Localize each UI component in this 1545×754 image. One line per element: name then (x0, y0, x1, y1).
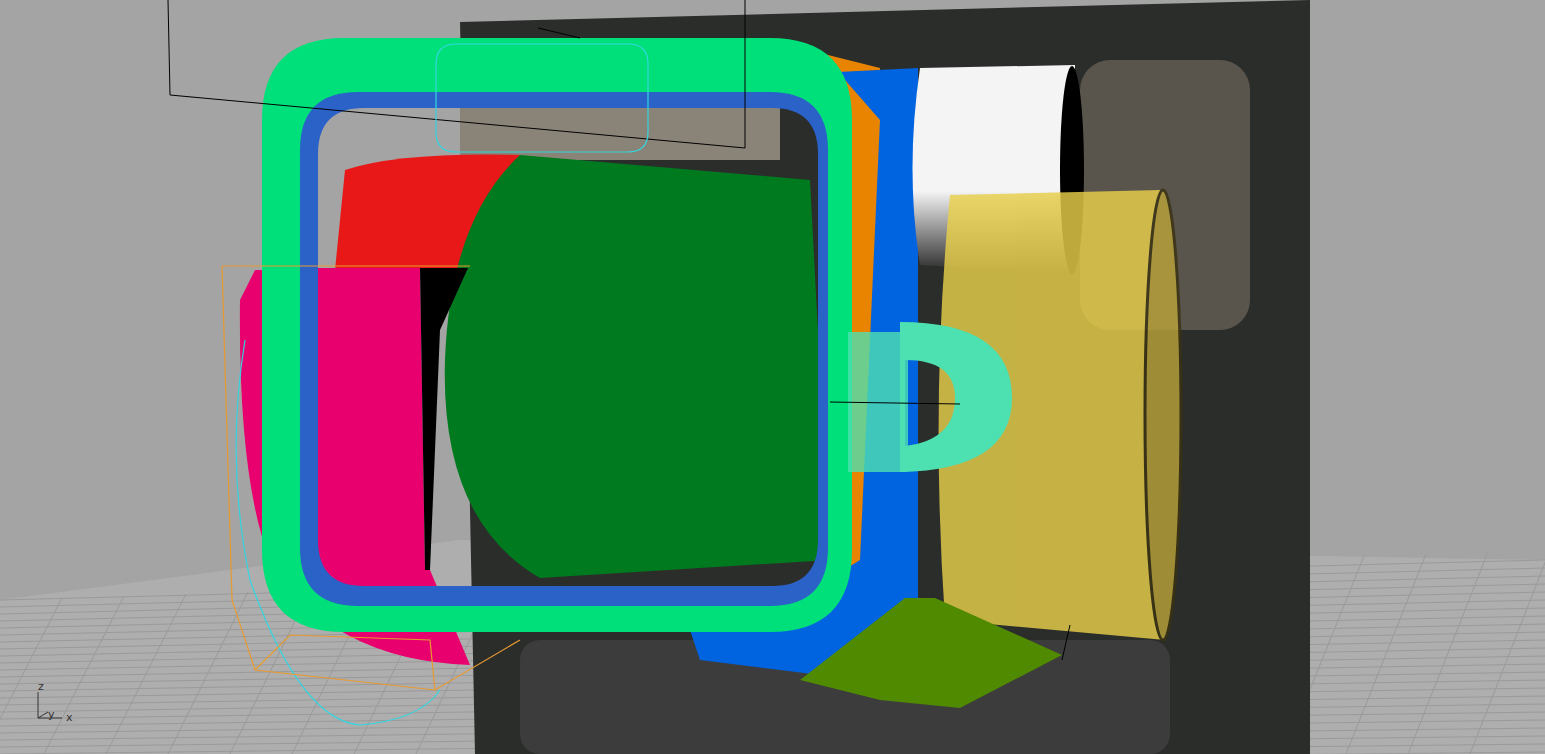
screen[interactable] (445, 155, 830, 578)
wireframe-curves (222, 44, 648, 725)
model-canvas[interactable]: z yx (0, 0, 1545, 754)
reference-photo-top-window (460, 100, 780, 160)
axis-label: z (38, 680, 44, 693)
bezel[interactable] (262, 38, 852, 632)
inner-band[interactable] (268, 80, 830, 612)
viewport[interactable]: z yx (0, 0, 1545, 754)
axis-icon: z yx (38, 680, 73, 724)
axis-label: x (66, 711, 73, 724)
axis-label: y (48, 708, 55, 721)
handle[interactable] (830, 322, 1012, 472)
base-plate[interactable] (800, 598, 1062, 708)
wire-lines (168, 0, 1070, 660)
